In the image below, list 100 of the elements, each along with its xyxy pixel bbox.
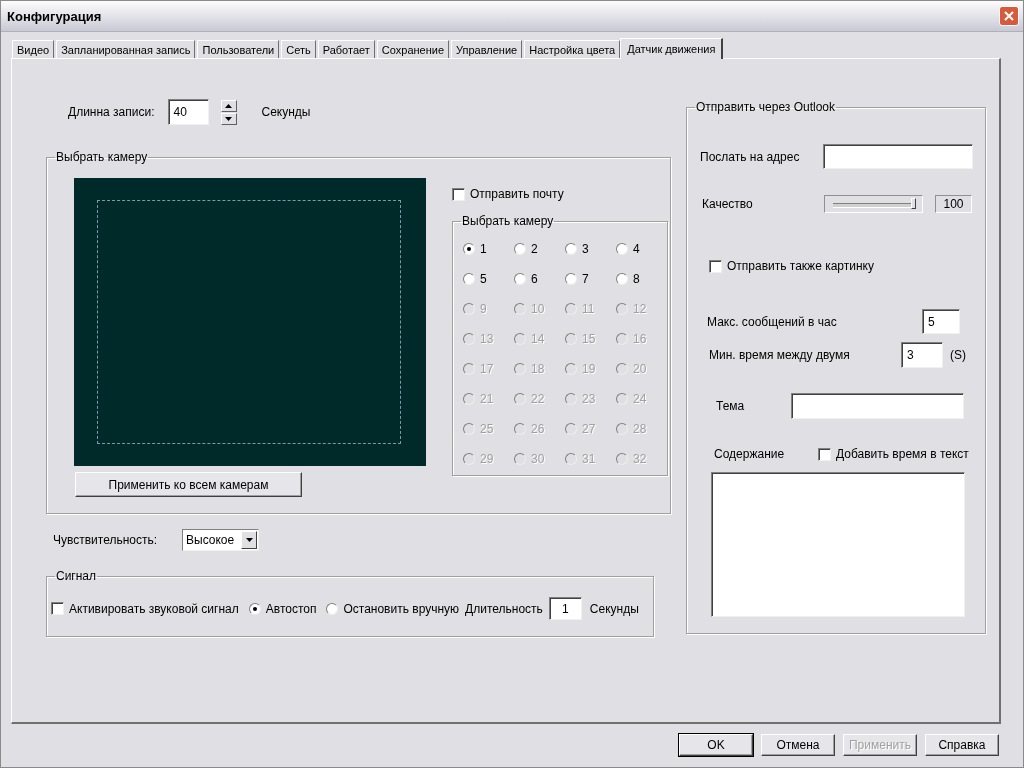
field-label: Длинна записи:: [68, 105, 155, 119]
checkbox-label: Отправить также картинку: [727, 259, 874, 273]
checkbox[interactable]: [51, 602, 64, 615]
unit-label: Секунды: [261, 105, 311, 119]
unit-label: Секунды: [589, 601, 639, 616]
field-label: Тема: [716, 399, 746, 413]
group-title: Отправить через Outlook: [695, 100, 837, 114]
checkbox-label: Добавить время в текст: [836, 447, 969, 461]
radio-button[interactable]: [463, 243, 475, 255]
radio-label: 26: [531, 422, 545, 436]
quality-slider[interactable]: [824, 195, 923, 213]
duration-field[interactable]: 1: [548, 597, 582, 620]
radio-button[interactable]: [326, 602, 339, 615]
field-label: Длительность: [465, 601, 543, 616]
radio-label: 7: [582, 272, 589, 286]
radio-label: 24: [633, 392, 647, 406]
quality-value: 100: [935, 195, 972, 213]
content-text-area[interactable]: [711, 472, 965, 617]
tab[interactable]: Видео: [12, 40, 55, 58]
min-time-field[interactable]: 3: [901, 342, 943, 368]
radio-button[interactable]: [514, 243, 526, 255]
field-label: Макс. сообщений в час: [707, 314, 838, 329]
radio-label: 19: [582, 362, 596, 376]
radio-button[interactable]: [616, 243, 628, 255]
dropdown-arrow-icon: [245, 538, 253, 542]
window-title: Конфигурация: [7, 8, 102, 24]
radio-label: 28: [633, 422, 647, 436]
apply-all-button[interactable]: Применить ко всем камерам: [75, 472, 302, 497]
radio-label: 30: [531, 452, 545, 466]
group-title: Выбрать камеру: [461, 214, 555, 228]
tab[interactable]: Настройка цвета: [524, 40, 621, 58]
subject-field[interactable]: [791, 393, 964, 419]
group-title: Сигнал: [55, 569, 98, 583]
checkbox[interactable]: [452, 187, 465, 201]
radio-label: 5: [480, 272, 487, 286]
close-button[interactable]: [999, 6, 1019, 26]
radio-label: 1: [480, 242, 487, 256]
field-label: Чувствительность:: [53, 533, 159, 547]
radio-label: 9: [480, 302, 487, 316]
spin-up-button[interactable]: [220, 99, 237, 112]
group-title: Выбрать камеру: [55, 150, 149, 164]
radio-label: 8: [633, 272, 640, 286]
radio-label: 4: [633, 242, 640, 256]
tab[interactable]: Сохранение: [376, 40, 450, 58]
radio-label: 14: [531, 332, 545, 346]
radio-label: 6: [531, 272, 538, 286]
radio-label: 13: [480, 332, 494, 346]
radio-label: 31: [582, 452, 596, 466]
radio-label: 17: [480, 362, 494, 376]
close-icon: [1003, 10, 1015, 22]
radio-label: 15: [582, 332, 596, 346]
radio-button[interactable]: [565, 273, 577, 285]
tab[interactable]: Пользователи: [197, 40, 280, 58]
spin-down-button[interactable]: [220, 112, 237, 125]
field-label: Послать на адрес: [700, 149, 801, 164]
radio-label: 21: [480, 392, 494, 406]
radio-label: 23: [582, 392, 596, 406]
unit-label: (S): [950, 348, 966, 362]
up-arrow-icon: [225, 103, 232, 108]
max-messages-field[interactable]: 5: [922, 309, 960, 334]
checkbox-label: Отправить почту: [470, 187, 564, 201]
radio-label: 18: [531, 362, 545, 376]
checkbox-label: Активировать звуковой сигнал: [69, 601, 239, 616]
radio-label: 2: [531, 242, 538, 256]
radio-button[interactable]: [463, 273, 475, 285]
radio-label: Остановить вручную: [343, 601, 460, 616]
radio-label: 11: [582, 302, 595, 316]
radio-label: Автостоп: [265, 601, 317, 616]
slider-thumb[interactable]: [911, 198, 916, 209]
radio-label: 20: [633, 362, 647, 376]
dialog-button[interactable]: Справка: [925, 734, 999, 756]
checkbox[interactable]: [818, 447, 831, 461]
radio-button[interactable]: [514, 273, 526, 285]
dialog-button[interactable]: Отмена: [761, 734, 835, 756]
record-length-field[interactable]: 40: [167, 99, 209, 125]
radio-label: 3: [582, 242, 589, 256]
field-label: Качество: [702, 197, 754, 211]
radio-label: 29: [480, 452, 494, 466]
tab[interactable]: Сеть: [281, 40, 316, 58]
radio-button[interactable]: [248, 602, 261, 615]
radio-button[interactable]: [616, 273, 628, 285]
sensitivity-dropdown[interactable]: Высокое: [182, 529, 259, 551]
checkbox[interactable]: [709, 259, 722, 273]
tab[interactable]: Запланированная запись: [56, 40, 196, 58]
field-label: Содержание: [714, 447, 786, 461]
tab[interactable]: Датчик движения: [620, 38, 724, 59]
dialog-button[interactable]: OK: [679, 734, 753, 756]
address-field[interactable]: [823, 144, 973, 169]
radio-button[interactable]: [565, 243, 577, 255]
field-label: Мин. время между двумя: [709, 348, 851, 362]
tab[interactable]: Управление: [451, 40, 523, 58]
radio-label: 12: [633, 302, 647, 316]
radio-label: 25: [480, 422, 494, 436]
radio-label: 22: [531, 392, 545, 406]
radio-label: 27: [582, 422, 596, 436]
down-arrow-icon: [225, 116, 232, 121]
radio-label: 32: [633, 452, 647, 466]
radio-label: 16: [633, 332, 647, 346]
tab[interactable]: Работает: [317, 40, 375, 58]
radio-label: 10: [531, 302, 545, 316]
